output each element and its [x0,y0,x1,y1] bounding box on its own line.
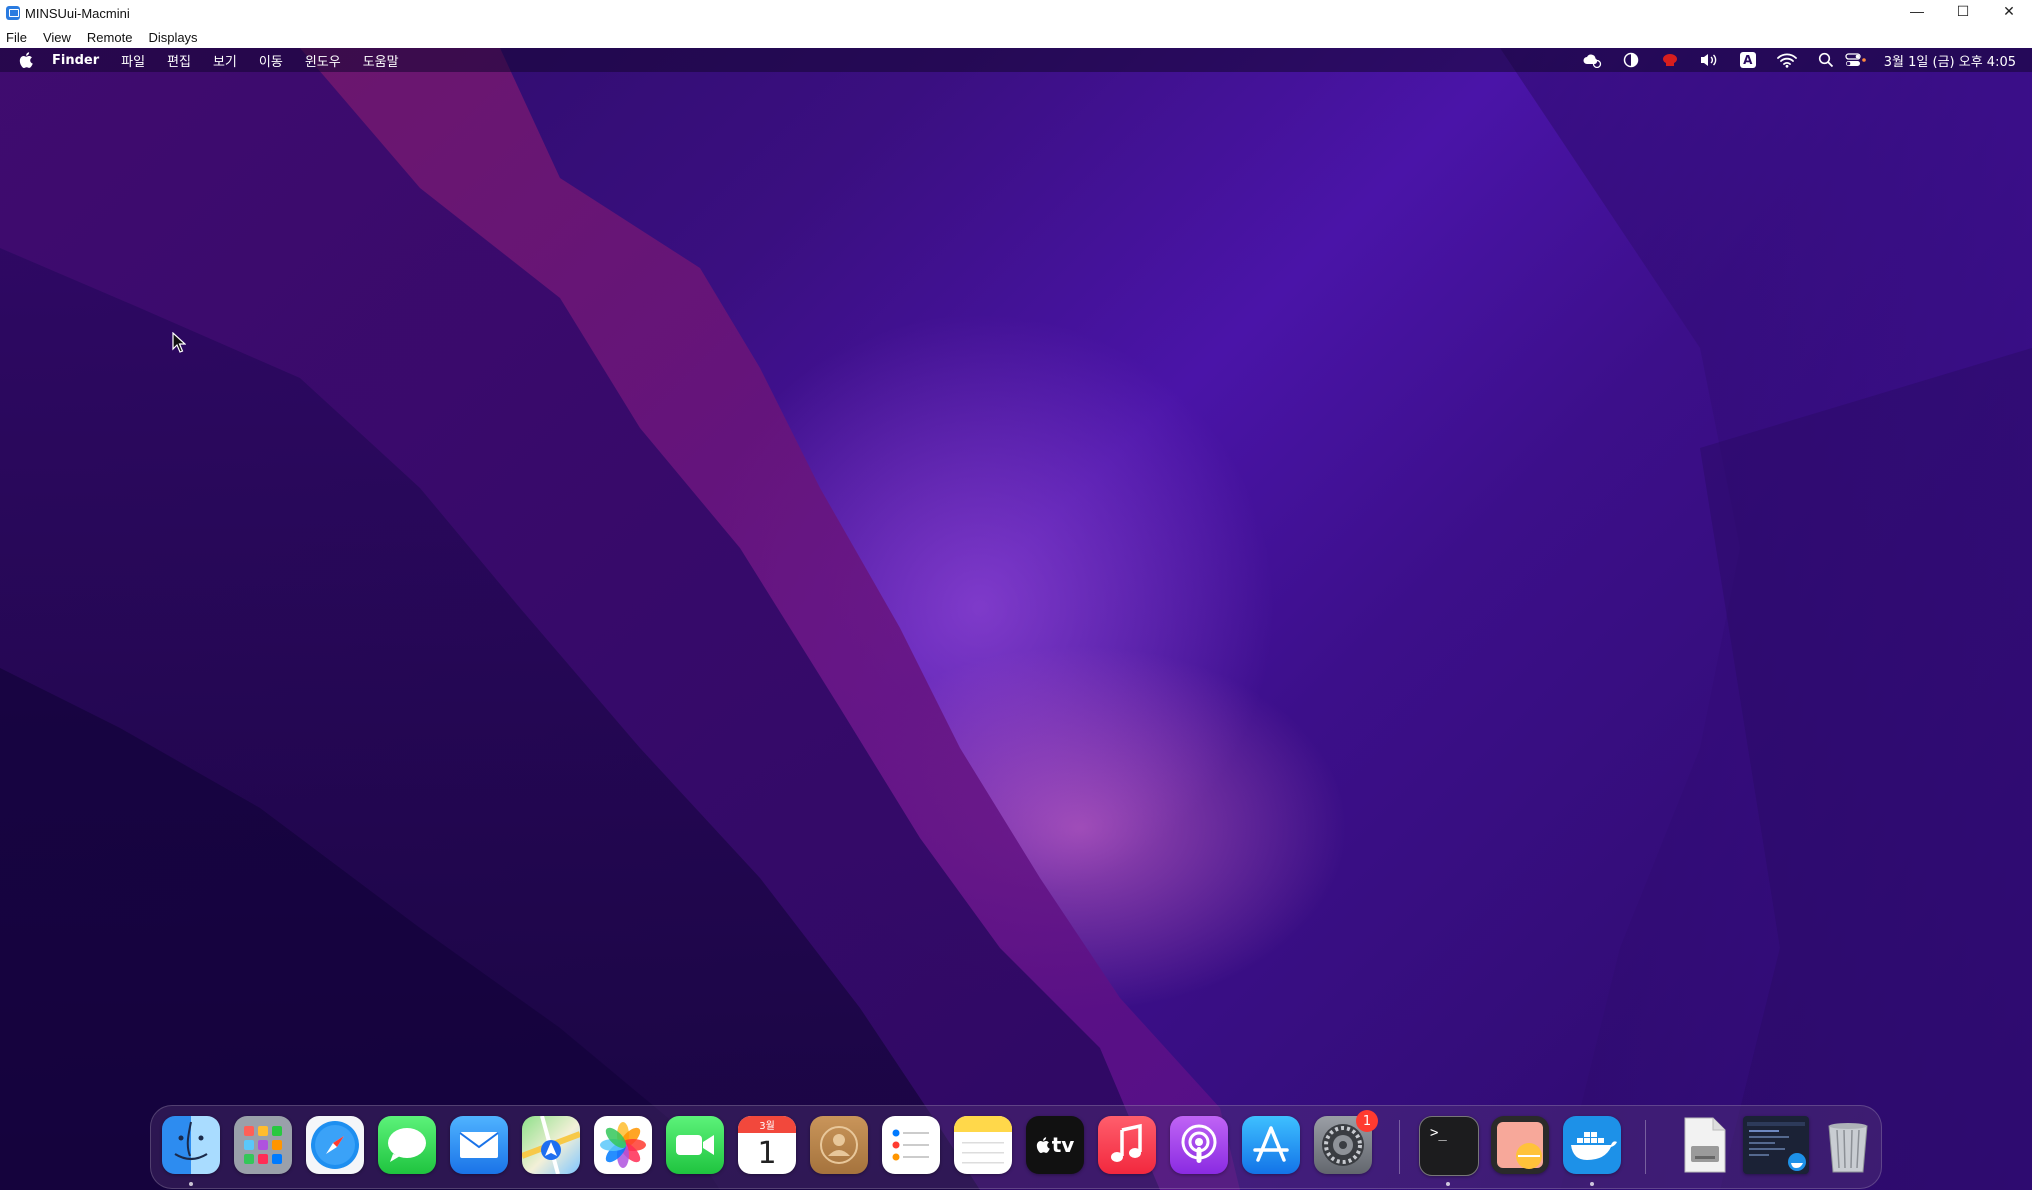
running-indicator [1590,1182,1594,1186]
input-source-label: A [1739,52,1756,68]
remote-app-icon [6,6,20,20]
apple-menu-icon[interactable] [18,51,34,69]
client-menu-remote[interactable]: Remote [87,30,133,45]
dock-reminders[interactable] [882,1116,940,1174]
control-center-icon[interactable] [1845,51,1867,69]
window-title: MINSUui-Macmini [25,5,130,21]
close-button[interactable]: ✕ [1986,0,2032,22]
dock-podcasts[interactable] [1170,1116,1228,1174]
maps-icon [522,1116,580,1174]
mail-icon [459,1132,499,1158]
dock-music[interactable] [1098,1116,1156,1174]
dock-calendar[interactable]: 3월 1 [738,1116,796,1174]
mouse-cursor-icon [172,332,186,353]
settings-update-badge: 1 [1356,1110,1378,1132]
dock-disk-image[interactable] [1675,1116,1733,1174]
desktop-wallpaper[interactable] [0,48,2032,1190]
dock-safari[interactable] [306,1116,364,1174]
window-titlebar: MINSUui-Macmini — ☐ ✕ [0,0,2032,26]
calendar-day: 1 [757,1135,777,1171]
client-menu-file[interactable]: File [6,30,27,45]
dock-tv[interactable]: tv [1026,1116,1084,1174]
dock-contacts[interactable] [810,1116,868,1174]
dock-finder[interactable] [162,1116,220,1174]
weather-icon[interactable] [1581,51,1603,69]
tv-label: tv [1051,1133,1075,1157]
search-icon[interactable] [1815,51,1837,69]
menu-go[interactable]: 이동 [259,51,283,70]
menu-file[interactable]: 파일 [121,51,145,70]
calendar-month: 3월 [738,1116,796,1133]
window-controls: — ☐ ✕ [1894,0,2032,26]
contrast-icon[interactable] [1620,51,1642,69]
menu-window[interactable]: 윈도우 [305,51,341,70]
finder-icon [174,1121,208,1161]
launchpad-icon [244,1126,282,1164]
messages-icon [388,1128,426,1162]
dock-photos[interactable] [594,1116,652,1174]
status-area: A 3월 1일 (금) 오후 4:05 [1581,48,2032,72]
wallpaper-shapes [0,48,2032,1190]
running-indicator [1446,1182,1450,1186]
client-menu-view[interactable]: View [43,30,71,45]
dock-docker[interactable] [1563,1116,1621,1174]
dock-separator [1645,1120,1646,1174]
dock-appstore[interactable] [1242,1116,1300,1174]
minimize-button[interactable]: — [1894,0,1940,22]
terminal-prompt: >_ [1430,1125,1447,1141]
dock-separator [1399,1120,1400,1174]
record-icon[interactable] [1659,51,1681,69]
maximize-button[interactable]: ☐ [1940,0,1986,22]
menu-help[interactable]: 도움말 [363,51,399,70]
input-source-icon[interactable]: A [1737,51,1759,69]
trash-icon [1828,1123,1868,1173]
music-icon [1111,1123,1142,1162]
running-indicator [189,1182,193,1186]
podcasts-icon [1181,1124,1217,1163]
volume-icon[interactable] [1698,51,1720,69]
dock-preview[interactable] [1491,1116,1549,1174]
menu-app-finder[interactable]: Finder [52,53,99,68]
menu-view[interactable]: 보기 [213,51,237,70]
dock-terminal[interactable]: >_ [1419,1116,1479,1176]
notes-icon [954,1116,1012,1164]
disk-image-icon [1684,1117,1726,1173]
photos-icon [600,1122,646,1168]
dock-window-thumbnail[interactable] [1743,1116,1809,1174]
reminders-icon [892,1129,929,1161]
menubar-clock[interactable]: 3월 1일 (금) 오후 4:05 [1884,51,2016,70]
menu-edit[interactable]: 편집 [167,51,191,70]
dock-maps[interactable] [522,1116,580,1174]
preview-icon [1497,1122,1543,1169]
dock-facetime[interactable] [666,1116,724,1174]
client-menubar: File View Remote Displays [0,26,2032,49]
window-thumbnail-icon [1747,1122,1806,1171]
dock-launchpad[interactable] [234,1116,292,1174]
dock: 3월 1 tv 1 >_ [150,1105,1882,1189]
dock-mail[interactable] [450,1116,508,1174]
dock-messages[interactable] [378,1116,436,1174]
client-menu-displays[interactable]: Displays [148,30,197,45]
mac-menubar: Finder 파일 편집 보기 이동 윈도우 도움말 A 3월 1일 (금) 오… [0,48,2032,72]
contacts-icon [820,1126,858,1164]
dock-notes[interactable] [954,1116,1012,1174]
dock-trash[interactable] [1819,1116,1877,1174]
safari-icon [311,1121,359,1169]
appstore-icon [1253,1126,1289,1162]
tv-apple-icon [1036,1137,1050,1153]
facetime-icon [676,1135,714,1155]
docker-icon [1571,1132,1617,1160]
wifi-icon[interactable] [1776,51,1798,69]
